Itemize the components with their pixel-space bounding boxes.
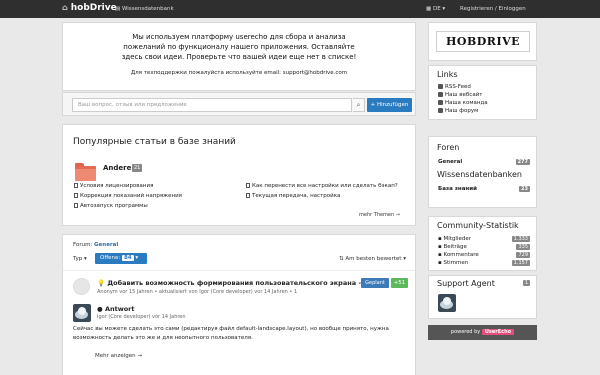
- article-link[interactable]: Текущая передача, настройка: [246, 193, 340, 199]
- answer-title: ● Antwort: [97, 305, 135, 313]
- stats-row-votes: ▪ Stimmen 1.157: [438, 260, 530, 266]
- document-icon: [246, 193, 250, 198]
- link-icon: [438, 92, 443, 97]
- intro-message: Мы используем платформу userecho для сбо…: [121, 33, 357, 61]
- forum-row-general[interactable]: General 277: [438, 159, 530, 165]
- sort-icon: ⇅: [339, 256, 344, 262]
- community-stats-panel: Community-Statistik ▪ Mitglieder 1.333 ▪ …: [428, 216, 537, 271]
- knowledge-base-link[interactable]: ▤ Wissensdatenbank: [115, 6, 174, 12]
- knowledge-bases-title: Wissensdatenbanken: [437, 170, 522, 179]
- add-idea-button[interactable]: + Hinzufügen: [367, 98, 412, 112]
- top-navigation-bar: ⌂ hobDrive ▤ Wissensdatenbank ▦ DE ▾ Regi…: [0, 0, 600, 18]
- userecho-logo: UserEcho: [481, 329, 515, 335]
- document-icon: [74, 193, 78, 198]
- avatar: [73, 278, 90, 295]
- agent-avatar[interactable]: [438, 294, 456, 312]
- logo-panel: HOBDRIVE: [428, 22, 537, 61]
- document-icon: [74, 203, 78, 208]
- links-panel: Links RSS-Feed Наш вебсайт Наша команда …: [428, 65, 537, 120]
- answer-text: Сейчас вы можете сделать это сами (редак…: [73, 326, 389, 341]
- language-selector[interactable]: ▦ DE ▾: [426, 6, 445, 12]
- count-badge: 23: [519, 186, 530, 192]
- links-title: Links: [437, 70, 458, 79]
- idea-meta: Anonym vor 15 Jahren • aktualisiert von …: [97, 289, 298, 295]
- article-link[interactable]: Как перенести все настройки или сделать …: [246, 183, 398, 189]
- forum-panel: Forum: General Typ ▾ Offene: 84 ▾ ⇅ Am b…: [62, 234, 416, 375]
- community-stats-title: Community-Statistik: [437, 221, 519, 230]
- posts-icon: ▪: [438, 244, 442, 250]
- type-filter-dropdown[interactable]: Typ ▾: [73, 256, 87, 262]
- category-link[interactable]: Andere: [103, 164, 131, 172]
- vote-count-badge[interactable]: +51: [391, 278, 408, 288]
- search-bar: Ваш вопрос, отзыв или предложение ⌕ + Hi…: [62, 92, 416, 116]
- users-icon: ▪: [438, 236, 442, 242]
- forum-icon: [438, 108, 443, 113]
- answer-meta: Igor (Core developer) vor 14 Jahren: [97, 314, 186, 320]
- search-icon[interactable]: ⌕: [353, 98, 365, 112]
- rss-feed-link[interactable]: RSS-Feed: [438, 84, 471, 90]
- search-input[interactable]: Ваш вопрос, отзыв или предложение: [72, 98, 352, 112]
- login-link[interactable]: Registrieren / Einloggen: [460, 6, 526, 12]
- article-link[interactable]: Автозапуск программы: [74, 203, 148, 209]
- divider: [63, 270, 415, 271]
- knowledge-base-row[interactable]: База знаний 23: [438, 186, 530, 192]
- forums-panel: Foren General 277 Wissensdatenbanken База…: [428, 136, 537, 208]
- agent-avatar: [73, 304, 91, 322]
- show-more-link[interactable]: Mehr anzeigen →: [95, 353, 142, 359]
- website-link[interactable]: Наш вебсайт: [438, 92, 482, 98]
- brand-link[interactable]: ⌂ hobDrive: [62, 3, 117, 13]
- home-icon: ⌂: [62, 3, 68, 12]
- foren-title: Foren: [437, 143, 460, 152]
- thumbs-up-icon: ▪: [438, 260, 442, 266]
- knowledge-base-label: Wissensdatenbank: [121, 6, 174, 12]
- forum-link[interactable]: Наш форум: [438, 108, 478, 114]
- support-agent-count-row: 1: [438, 280, 530, 286]
- support-text: Для техподдержки пожалуйста используйте …: [130, 70, 348, 76]
- rss-icon: [438, 84, 443, 89]
- comments-icon: ▪: [438, 252, 442, 258]
- brand-name: hobDrive: [70, 3, 117, 13]
- team-icon: [438, 100, 443, 105]
- intro-panel: Мы используем платформу userecho для сбо…: [62, 22, 416, 91]
- lightbulb-icon: 💡: [97, 279, 106, 287]
- category-count-badge: 21: [132, 164, 143, 172]
- team-link[interactable]: Наша команда: [438, 100, 488, 106]
- powered-by-userecho[interactable]: powered by UserEcho: [428, 325, 537, 340]
- hobdrive-logo[interactable]: HOBDRIVE: [436, 31, 530, 52]
- folder-icon: [75, 163, 96, 181]
- status-count-badge: 84: [121, 255, 134, 261]
- article-link[interactable]: Коррекция показаний напряжения: [74, 193, 182, 199]
- language-label: DE: [432, 6, 441, 12]
- forum-name-link[interactable]: General: [94, 242, 118, 248]
- idea-title-link[interactable]: 💡 Добавить возможность формирования поль…: [97, 279, 371, 287]
- stats-row-comments: ▪ Kommentare 729: [438, 252, 530, 258]
- support-agent-panel: Support Agent 1: [428, 275, 537, 319]
- forum-heading: Forum: General: [73, 242, 119, 248]
- document-icon: [246, 183, 250, 188]
- article-link[interactable]: Условия лицензирования: [74, 183, 153, 189]
- stats-row-posts: ▪ Beiträge 335: [438, 244, 530, 250]
- count-badge: 277: [515, 159, 530, 165]
- comment-icon: ●: [97, 305, 103, 313]
- stats-row-members: ▪ Mitglieder 1.333: [438, 236, 530, 242]
- more-topics-link[interactable]: mehr Themen →: [359, 212, 400, 218]
- document-icon: [74, 183, 78, 188]
- popular-articles-title: Популярные статьи в базе знаний: [73, 137, 236, 147]
- sort-dropdown[interactable]: ⇅ Am besten bewertet ▾: [339, 256, 406, 262]
- popular-articles-panel: Популярные статьи в базе знаний Andere 2…: [62, 124, 416, 226]
- status-badge: Geplant: [361, 278, 389, 288]
- count-badge: 1: [522, 280, 530, 286]
- status-filter-button[interactable]: Offene: 84 ▾: [95, 253, 147, 264]
